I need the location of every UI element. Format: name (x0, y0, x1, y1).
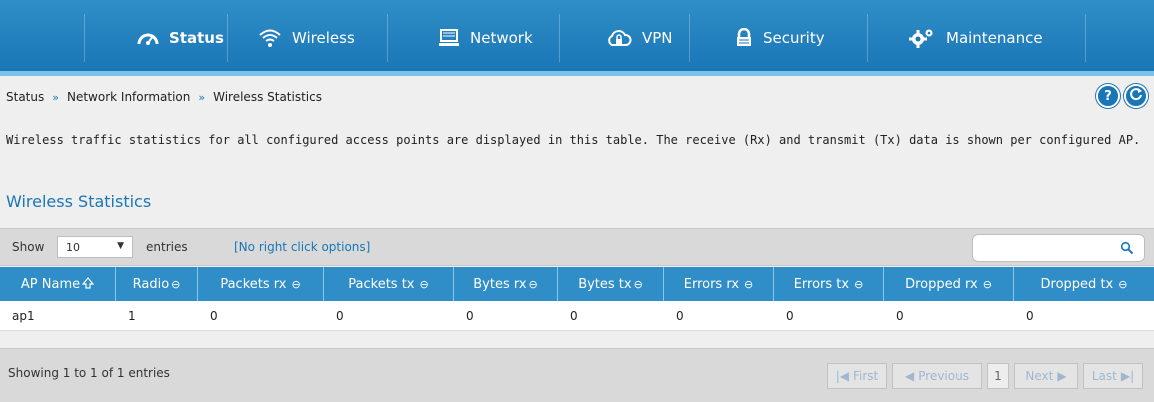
sort-both-icon: ⊖ (633, 277, 643, 291)
page-length-value: 10 (66, 240, 80, 254)
column-header-bytes-tx[interactable]: Bytes tx ⊖ (558, 267, 664, 301)
breadcrumb-separator: » (198, 90, 206, 104)
wifi-icon (258, 28, 282, 48)
pagination-last-button[interactable]: Last ▶| (1083, 363, 1143, 389)
help-button[interactable]: ? (1096, 84, 1120, 108)
column-header-errors-tx[interactable]: Errors tx ⊖ (774, 267, 884, 301)
column-header-label: Packets rx (220, 276, 287, 292)
help-icon: ? (1104, 88, 1112, 104)
column-header-label: Radio (132, 276, 170, 292)
nav-status[interactable]: Status (84, 14, 228, 62)
sort-both-icon: ⊖ (528, 277, 538, 291)
dashboard-icon (137, 29, 159, 47)
sort-ascending-icon (81, 276, 95, 292)
column-header-label: Bytes rx (473, 276, 527, 292)
table-info: Showing 1 to 1 of 1 entries (8, 366, 170, 380)
pagination-next-label: Next (1025, 369, 1054, 383)
column-header-label: Packets tx (348, 276, 415, 292)
pagination-current-page[interactable]: 1 (987, 363, 1009, 389)
entries-label: entries (146, 240, 188, 254)
nav-vpn[interactable]: VPN (560, 14, 690, 62)
column-header-label: Bytes tx (578, 276, 632, 292)
nav-security-label: Security (763, 29, 825, 47)
nav-maintenance-label: Maintenance (946, 29, 1043, 47)
section-title: Wireless Statistics (6, 192, 152, 211)
gears-icon (908, 27, 936, 49)
nav-maintenance[interactable]: Maintenance (868, 14, 1086, 62)
column-header-packets-rx[interactable]: Packets rx ⊖ (198, 267, 324, 301)
column-header-ap-name[interactable]: AP Name (0, 267, 116, 301)
sort-both-icon: ⊖ (291, 277, 301, 291)
pagination-previous-label: Previous (918, 369, 969, 383)
search-icon (1120, 241, 1134, 258)
previous-page-icon: ◀ (905, 369, 915, 383)
cell-radio: 1 (128, 309, 136, 323)
nav-vpn-label: VPN (642, 29, 673, 47)
column-header-bytes-rx[interactable]: Bytes rx ⊖ (454, 267, 558, 301)
cell-packets-rx: 0 (210, 309, 218, 323)
cell-bytes-rx: 0 (466, 309, 474, 323)
pagination-first-button[interactable]: |◀ First (827, 363, 887, 389)
sort-both-icon: ⊖ (1118, 277, 1128, 291)
refresh-button[interactable] (1124, 84, 1148, 108)
column-header-label: Errors tx (793, 276, 850, 292)
cell-dropped-tx: 0 (1026, 309, 1034, 323)
nav-network-label: Network (470, 29, 533, 47)
table-search-input[interactable] (972, 234, 1145, 262)
sort-both-icon: ⊖ (419, 277, 429, 291)
column-header-label: AP Name (20, 276, 81, 292)
column-header-dropped-rx[interactable]: Dropped rx ⊖ (884, 267, 1014, 301)
refresh-icon (1129, 87, 1143, 105)
breadcrumb-network-information[interactable]: Network Information (67, 90, 190, 104)
dropdown-arrow-icon: ▼ (117, 241, 124, 251)
monitor-icon (438, 28, 460, 48)
page-length-select[interactable]: 10 ▼ (57, 236, 133, 258)
first-page-icon: |◀ (835, 369, 849, 383)
cell-dropped-rx: 0 (896, 309, 904, 323)
last-page-icon: ▶| (1120, 369, 1135, 383)
sort-both-icon: ⊖ (171, 277, 181, 291)
cell-ap-name: ap1 (12, 309, 35, 323)
column-header-label: Dropped tx (1040, 276, 1114, 292)
nav-status-label: Status (169, 29, 224, 47)
breadcrumb: Status » Network Information » Wireless … (6, 90, 322, 104)
cloud-lock-icon (606, 28, 632, 48)
breadcrumb-current: Wireless Statistics (213, 90, 322, 104)
pagination-first-label: First (853, 369, 879, 383)
sort-both-icon: ⊖ (982, 277, 992, 291)
pagination-previous-button[interactable]: ◀ Previous (892, 363, 982, 389)
right-click-note: [No right click options] (234, 240, 371, 254)
cell-bytes-tx: 0 (570, 309, 578, 323)
cell-errors-rx: 0 (676, 309, 684, 323)
nav-wireless[interactable]: Wireless (228, 14, 388, 62)
sort-both-icon: ⊖ (854, 277, 864, 291)
column-header-packets-tx[interactable]: Packets tx ⊖ (324, 267, 454, 301)
page-description: Wireless traffic statistics for all conf… (6, 133, 1141, 147)
cell-packets-tx: 0 (336, 309, 344, 323)
next-page-icon: ▶ (1057, 369, 1067, 383)
breadcrumb-separator: » (52, 90, 59, 104)
nav-security[interactable]: Security (690, 14, 868, 62)
breadcrumb-status[interactable]: Status (6, 90, 44, 104)
show-label: Show (12, 240, 45, 254)
nav-network[interactable]: Network (388, 14, 560, 62)
column-header-label: Errors rx (683, 276, 740, 292)
column-header-label: Dropped rx (905, 276, 978, 292)
cell-errors-tx: 0 (786, 309, 794, 323)
column-header-radio[interactable]: Radio ⊖ (116, 267, 198, 301)
pagination-next-button[interactable]: Next ▶ (1014, 363, 1078, 389)
lock-icon (735, 28, 753, 48)
table-header-row: AP Name Radio ⊖ Packets rx ⊖ Packets tx … (0, 267, 1154, 301)
table-row[interactable]: ap1 1 0 0 0 0 0 0 0 0 (0, 301, 1154, 331)
sort-both-icon: ⊖ (744, 277, 754, 291)
nav-wireless-label: Wireless (292, 29, 355, 47)
column-header-dropped-tx[interactable]: Dropped tx ⊖ (1014, 267, 1154, 301)
column-header-errors-rx[interactable]: Errors rx ⊖ (664, 267, 774, 301)
pagination-last-label: Last (1091, 369, 1117, 383)
